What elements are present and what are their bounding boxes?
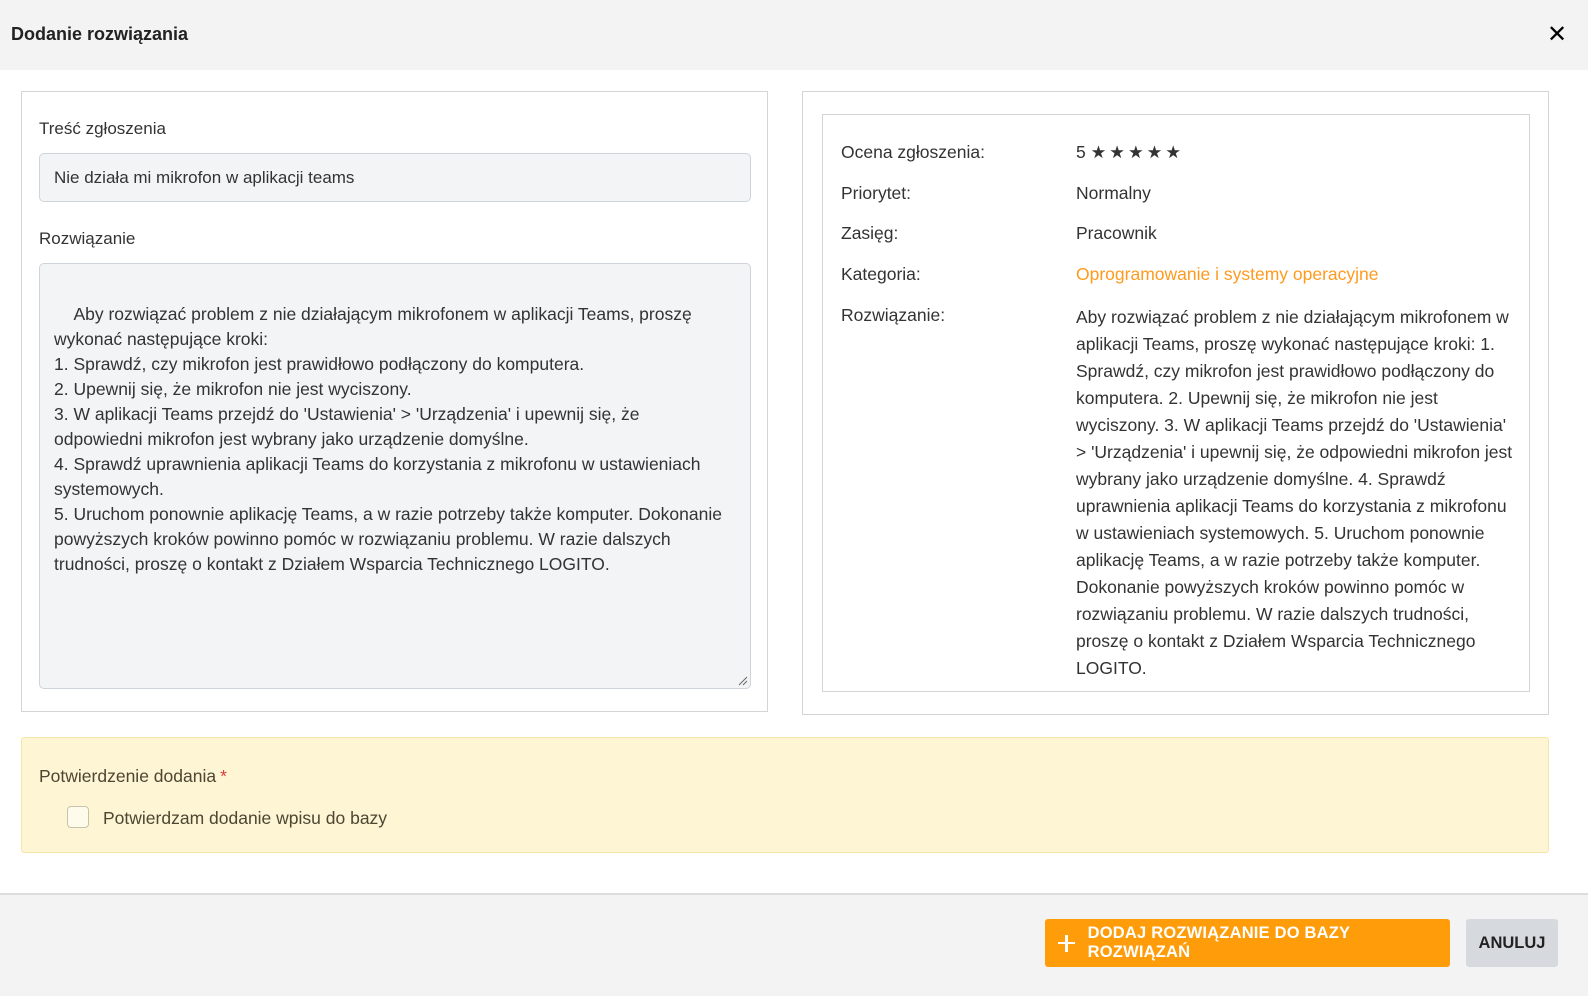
add-solution-button-label: DODAJ ROZWIĄZANIE DO BAZY ROZWIĄZAŃ <box>1087 924 1350 961</box>
close-icon: ✕ <box>1546 21 1568 48</box>
confirmation-label: Potwierdzenie dodania * <box>39 766 227 787</box>
confirm-checkbox-label[interactable]: Potwierdzam dodanie wpisu do bazy <box>103 808 387 829</box>
close-button[interactable]: ✕ <box>1544 22 1570 48</box>
dialog-header: Dodanie rozwiązania ✕ <box>0 0 1588 70</box>
solution-label: Rozwiązanie <box>39 229 136 248</box>
add-solution-button[interactable]: DODAJ ROZWIĄZANIE DO BAZY ROZWIĄZAŃ <box>1045 919 1450 967</box>
priority-label: Priorytet: <box>841 183 912 203</box>
solution-details-label: Rozwiązanie: <box>841 305 946 325</box>
resize-handle-icon[interactable] <box>738 676 748 686</box>
cancel-button[interactable]: ANULUJ <box>1466 919 1558 967</box>
priority-value: Normalny <box>1076 183 1151 203</box>
confirmation-label-text: Potwierdzenie dodania <box>39 766 217 786</box>
category-label: Kategoria: <box>841 264 921 284</box>
rating-value: 5 ★★★★★ <box>1076 142 1184 163</box>
rating-label: Ocena zgłoszenia: <box>841 142 985 162</box>
star-rating-icon: ★★★★★ <box>1090 142 1185 162</box>
details-list: Ocena zgłoszenia: 5 ★★★★★ Priorytet: Nor… <box>822 114 1530 692</box>
dialog-title: Dodanie rozwiązania <box>11 24 189 44</box>
solution-details-panel: Ocena zgłoszenia: 5 ★★★★★ Priorytet: Nor… <box>802 91 1549 715</box>
solution-text: Aby rozwiązać problem z nie działającym … <box>54 304 722 574</box>
rating-number: 5 <box>1076 142 1086 162</box>
category-link[interactable]: Oprogramowanie i systemy operacyjne <box>1076 264 1379 285</box>
scope-label: Zasięg: <box>841 223 899 243</box>
ticket-content-field[interactable]: Nie działa mi mikrofon w aplikacji teams <box>39 153 751 202</box>
ticket-content-label: Treść zgłoszenia <box>39 119 166 138</box>
plus-icon <box>1058 934 1075 952</box>
solution-textarea[interactable]: Aby rozwiązać problem z nie działającym … <box>39 263 751 689</box>
confirmation-panel: Potwierdzenie dodania * Potwierdzam dodan… <box>21 737 1549 853</box>
scope-value: Pracownik <box>1076 223 1157 243</box>
confirm-checkbox[interactable] <box>67 806 89 828</box>
dialog-footer: DODAJ ROZWIĄZANIE DO BAZY ROZWIĄZAŃ ANUL… <box>0 893 1588 996</box>
solution-details-value: Aby rozwiązać problem z nie działającym … <box>1076 307 1513 678</box>
required-mark: * <box>220 766 227 786</box>
ticket-form-panel: Treść zgłoszenia Nie działa mi mikrofon … <box>21 91 768 712</box>
